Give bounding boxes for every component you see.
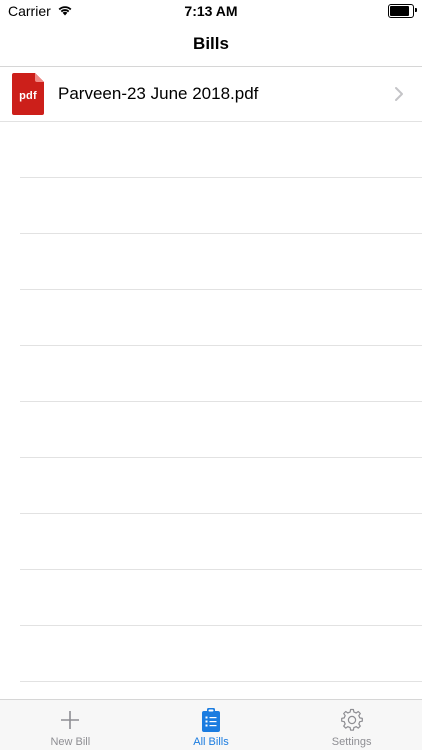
tab-label: New Bill [50, 736, 91, 748]
wifi-icon [57, 3, 73, 19]
carrier-label: Carrier [8, 3, 51, 19]
status-left: Carrier [8, 3, 73, 19]
gear-icon [339, 707, 365, 733]
status-bar: Carrier 7:13 AM [0, 0, 422, 22]
empty-row [0, 402, 422, 458]
file-name: Parveen-23 June 2018.pdf [58, 84, 259, 103]
file-row[interactable]: pdf Parveen-23 June 2018.pdf [0, 66, 422, 122]
bills-list[interactable]: pdf Parveen-23 June 2018.pdf [0, 66, 422, 699]
empty-row [0, 514, 422, 570]
empty-row [0, 234, 422, 290]
tab-bar: New Bill All Bills Settings [0, 699, 422, 750]
empty-row [0, 570, 422, 626]
empty-row [0, 178, 422, 234]
pdf-file-icon: pdf [12, 73, 44, 115]
empty-row [0, 346, 422, 402]
empty-row [0, 626, 422, 682]
empty-row [0, 122, 422, 178]
pdf-icon-label: pdf [19, 90, 37, 102]
plus-icon [57, 707, 83, 733]
page-title: Bills [193, 34, 229, 53]
empty-row [0, 290, 422, 346]
tab-settings[interactable]: Settings [281, 700, 422, 750]
empty-row [0, 458, 422, 514]
tab-new-bill[interactable]: New Bill [0, 700, 141, 750]
tab-all-bills[interactable]: All Bills [141, 700, 282, 750]
clipboard-list-icon [198, 707, 224, 733]
battery-fill [390, 6, 409, 16]
tab-label: All Bills [193, 736, 229, 748]
chevron-right-icon [394, 86, 404, 102]
battery-icon [388, 4, 417, 18]
navigation-bar: Bills [0, 22, 422, 67]
tab-label: Settings [331, 736, 372, 748]
